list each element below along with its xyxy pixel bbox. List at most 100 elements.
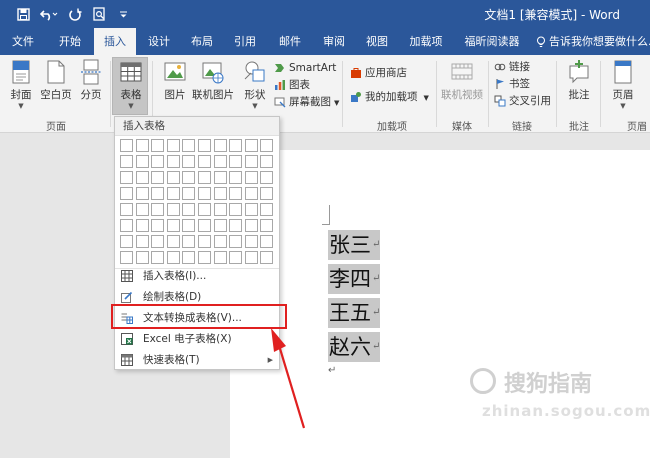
grid-cell[interactable]: [260, 155, 274, 168]
grid-cell[interactable]: [151, 235, 165, 248]
tab-layout[interactable]: 布局: [184, 28, 220, 55]
tab-references[interactable]: 引用: [226, 28, 264, 55]
grid-cell[interactable]: [198, 235, 211, 248]
grid-cell[interactable]: [120, 203, 133, 216]
grid-cell[interactable]: [135, 139, 149, 152]
grid-cell[interactable]: [244, 139, 258, 152]
document-line[interactable]: 王五↵: [328, 298, 381, 328]
grid-cell[interactable]: [182, 139, 196, 152]
cross-reference-button[interactable]: 交叉引用: [494, 93, 551, 110]
grid-cell[interactable]: [244, 251, 258, 264]
tab-mailings[interactable]: 邮件: [270, 28, 310, 55]
excel-spreadsheet-item[interactable]: Excel 电子表格(X): [115, 329, 279, 349]
grid-cell[interactable]: [198, 219, 211, 232]
grid-cell[interactable]: [213, 203, 227, 216]
grid-cell[interactable]: [151, 203, 165, 216]
grid-cell[interactable]: [182, 235, 196, 248]
grid-cell[interactable]: [260, 235, 274, 248]
customize-toolbar-icon[interactable]: [114, 5, 132, 23]
tab-foxit-reader[interactable]: 福昕阅读器: [456, 28, 528, 55]
tab-insert[interactable]: 插入: [94, 28, 136, 55]
grid-cell[interactable]: [120, 187, 133, 200]
grid-cell[interactable]: [151, 139, 165, 152]
grid-cell[interactable]: [166, 187, 180, 200]
grid-cell[interactable]: [182, 203, 196, 216]
grid-cell[interactable]: [244, 219, 258, 232]
grid-cell[interactable]: [135, 235, 149, 248]
grid-cell[interactable]: [198, 203, 211, 216]
grid-cell[interactable]: [213, 251, 227, 264]
picture-button[interactable]: 图片: [156, 59, 194, 102]
table-button[interactable]: 表格 ▼: [112, 59, 150, 110]
undo-icon[interactable]: [38, 5, 60, 23]
grid-cell[interactable]: [229, 139, 243, 152]
grid-cell[interactable]: [135, 219, 149, 232]
page-break-button[interactable]: 分页: [72, 59, 110, 102]
shapes-button[interactable]: 形状 ▼: [236, 59, 274, 110]
tab-review[interactable]: 审阅: [316, 28, 352, 55]
document-line[interactable]: 赵六↵: [328, 332, 381, 362]
quick-tables-item[interactable]: 快速表格(T) ▶: [115, 350, 279, 370]
grid-cell[interactable]: [229, 203, 243, 216]
tell-me-box[interactable]: 告诉我你想要做什么...: [536, 28, 650, 55]
redo-icon[interactable]: [66, 5, 84, 23]
grid-cell[interactable]: [120, 155, 133, 168]
grid-cell[interactable]: [229, 251, 243, 264]
online-video-button[interactable]: 联机视频: [440, 59, 484, 102]
grid-cell[interactable]: [135, 155, 149, 168]
grid-cell[interactable]: [182, 171, 196, 184]
document-line[interactable]: 李四↵: [328, 264, 381, 294]
grid-cell[interactable]: [229, 235, 243, 248]
grid-cell[interactable]: [260, 187, 274, 200]
grid-cell[interactable]: [120, 251, 133, 264]
grid-cell[interactable]: [120, 171, 133, 184]
grid-cell[interactable]: [213, 171, 227, 184]
grid-cell[interactable]: [260, 139, 274, 152]
grid-cell[interactable]: [135, 171, 149, 184]
tab-addins[interactable]: 加载项: [402, 28, 450, 55]
grid-cell[interactable]: [213, 187, 227, 200]
grid-cell[interactable]: [182, 251, 196, 264]
grid-cell[interactable]: [151, 155, 165, 168]
grid-cell[interactable]: [229, 187, 243, 200]
grid-cell[interactable]: [198, 187, 211, 200]
screenshot-button[interactable]: 屏幕截图 ▼: [274, 94, 339, 111]
my-addins-button[interactable]: 我的加载项 ▼: [350, 89, 429, 106]
header-button[interactable]: 页眉 ▼: [604, 59, 642, 110]
grid-cell[interactable]: [166, 139, 180, 152]
grid-cell[interactable]: [120, 235, 133, 248]
chart-button[interactable]: 图表: [274, 77, 310, 94]
print-preview-icon[interactable]: [90, 5, 108, 23]
grid-cell[interactable]: [244, 187, 258, 200]
grid-cell[interactable]: [166, 155, 180, 168]
grid-cell[interactable]: [229, 155, 243, 168]
grid-cell[interactable]: [229, 219, 243, 232]
grid-cell[interactable]: [244, 155, 258, 168]
grid-cell[interactable]: [244, 171, 258, 184]
blank-page-button[interactable]: 空白页: [36, 59, 76, 102]
grid-cell[interactable]: [213, 155, 227, 168]
grid-cell[interactable]: [120, 139, 133, 152]
bookmark-button[interactable]: 书签: [494, 76, 530, 93]
grid-cell[interactable]: [182, 187, 196, 200]
grid-cell[interactable]: [151, 187, 165, 200]
table-size-grid[interactable]: [120, 139, 276, 275]
grid-cell[interactable]: [244, 203, 258, 216]
grid-cell[interactable]: [120, 219, 133, 232]
grid-cell[interactable]: [166, 251, 180, 264]
smartart-button[interactable]: SmartArt: [274, 60, 336, 77]
grid-cell[interactable]: [260, 251, 274, 264]
document-line[interactable]: 张三↵: [328, 230, 381, 260]
comment-button[interactable]: 批注: [560, 59, 598, 102]
store-button[interactable]: 应用商店: [350, 65, 407, 82]
grid-cell[interactable]: [260, 203, 274, 216]
grid-cell[interactable]: [182, 219, 196, 232]
grid-cell[interactable]: [151, 171, 165, 184]
cover-page-button[interactable]: 封面 ▼: [2, 59, 40, 110]
grid-cell[interactable]: [135, 251, 149, 264]
grid-cell[interactable]: [166, 235, 180, 248]
grid-cell[interactable]: [151, 219, 165, 232]
online-picture-button[interactable]: 联机图片: [191, 59, 235, 102]
grid-cell[interactable]: [229, 171, 243, 184]
grid-cell[interactable]: [198, 251, 211, 264]
